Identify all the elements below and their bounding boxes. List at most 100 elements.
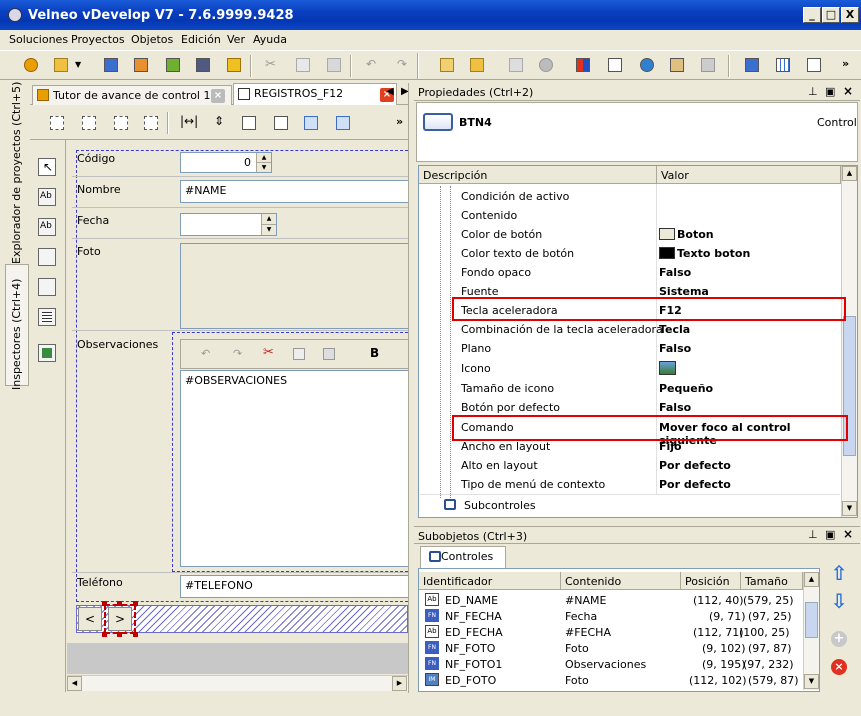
foto-image[interactable] xyxy=(180,243,408,329)
open-dropdown-button[interactable]: ▼ xyxy=(72,54,86,76)
tab-scroll-left-icon[interactable]: ◀ xyxy=(386,86,394,97)
properties-float-icon[interactable]: ▣ xyxy=(825,85,835,98)
prop-row-color-boton[interactable]: Color de botón Boton xyxy=(419,225,839,244)
menu-ver[interactable]: Ver xyxy=(227,33,245,46)
fit-width-icon[interactable] xyxy=(238,112,260,134)
form-view-icon[interactable] xyxy=(741,54,763,76)
table-row[interactable]: FN NF_FECHA Fecha (9, 71) (97, 25) xyxy=(421,608,801,624)
subobjects-float-icon[interactable]: ▣ xyxy=(825,528,835,541)
tab-project-explorer[interactable]: Explorador de proyectos (Ctrl+5) xyxy=(10,82,23,264)
redo-icon[interactable]: ↷ xyxy=(392,54,414,76)
prop-row-tamano-icono[interactable]: Tamaño de icono Pequeño xyxy=(419,379,839,398)
selection-handle[interactable] xyxy=(133,601,138,606)
paste-icon[interactable] xyxy=(323,54,345,76)
open-folder-button[interactable] xyxy=(50,54,72,76)
delete-subobject-icon[interactable]: × xyxy=(831,659,847,675)
scroll-thumb[interactable] xyxy=(805,602,818,638)
table-row[interactable]: FN NF_FOTO Foto (9, 102) (97, 87) xyxy=(421,640,801,656)
col-valor[interactable]: Valor xyxy=(657,166,841,184)
prop-row-plano[interactable]: Plano Falso xyxy=(419,339,839,358)
nav-next-button[interactable]: > xyxy=(108,607,132,631)
codigo-spinner[interactable]: ▲ ▼ xyxy=(256,153,271,172)
col-posicion[interactable]: Posición xyxy=(681,572,741,590)
selection-handle[interactable] xyxy=(102,601,107,606)
same-width-icon[interactable]: |↔| xyxy=(177,112,199,134)
nav-prev-button[interactable]: < xyxy=(78,607,102,631)
edit-tool-icon[interactable]: Ab xyxy=(38,218,56,236)
globe-icon[interactable] xyxy=(636,54,658,76)
fit-height-icon[interactable] xyxy=(270,112,292,134)
menu-ayuda[interactable]: Ayuda xyxy=(253,33,287,46)
table-row[interactable]: Ab ED_NAME #NAME (112, 40) (579, 25) xyxy=(421,592,801,608)
build-icon[interactable] xyxy=(697,54,719,76)
subcontroles-node[interactable]: Subcontroles xyxy=(420,494,840,516)
menu-edicion[interactable]: Edición xyxy=(181,33,221,46)
warning-icon[interactable] xyxy=(223,54,245,76)
space-vertical-icon[interactable] xyxy=(332,112,354,134)
fecha-spinner[interactable]: ▲ ▼ xyxy=(261,214,276,235)
editor-undo-icon[interactable]: ↶ xyxy=(201,347,210,360)
table-row[interactable]: FN NF_FOTO1 Observaciones (9, 195) (97, … xyxy=(421,656,801,672)
prop-row-color-texto-boton[interactable]: Color texto de botón Texto boton xyxy=(419,244,839,263)
edit-icon[interactable] xyxy=(162,54,184,76)
selection-handle[interactable] xyxy=(133,632,138,637)
editor-redo-icon[interactable]: ↷ xyxy=(233,347,242,360)
new-folder-icon[interactable] xyxy=(466,54,488,76)
selection-handle[interactable] xyxy=(117,632,122,637)
move-up-icon[interactable]: ⇧ xyxy=(827,562,851,586)
delete-icon[interactable] xyxy=(535,54,557,76)
layout-toolbar-more[interactable]: » xyxy=(396,115,403,128)
editor-paste-icon[interactable] xyxy=(323,348,335,360)
undo-icon[interactable]: ↶ xyxy=(361,54,383,76)
same-height-icon[interactable]: ⇕ xyxy=(208,112,230,134)
project-icon[interactable] xyxy=(130,54,152,76)
add-icon[interactable]: + xyxy=(831,631,847,647)
tab-inspectors[interactable]: Inspectores (Ctrl+4) xyxy=(10,279,23,390)
toolbar-more-button[interactable]: » xyxy=(838,54,856,76)
scroll-right-icon[interactable]: ▶ xyxy=(392,676,407,691)
editor-cut-icon[interactable]: ✂ xyxy=(263,345,274,360)
frame-tool-icon[interactable] xyxy=(38,248,56,266)
grid-view-icon[interactable] xyxy=(772,54,794,76)
align-center-icon[interactable] xyxy=(78,112,100,134)
cut-icon[interactable]: ✂ xyxy=(260,54,282,76)
prop-row-icono[interactable]: Icono xyxy=(419,359,839,378)
close-button[interactable]: X xyxy=(841,7,859,23)
list-tool-icon[interactable] xyxy=(38,308,56,326)
tab-controles[interactable]: Controles xyxy=(420,546,506,568)
scroll-up-icon[interactable]: ▲ xyxy=(842,166,857,181)
save-icon[interactable] xyxy=(192,54,214,76)
table-row[interactable]: IM ED_FOTO Foto (112, 102) (579, 87) xyxy=(421,672,801,688)
scroll-down-icon[interactable]: ▼ xyxy=(804,674,819,689)
minimize-button[interactable]: _ xyxy=(803,7,821,23)
prop-row-fondo-opaco[interactable]: Fondo opaco Falso xyxy=(419,263,839,282)
window-icon[interactable] xyxy=(100,54,122,76)
observaciones-textarea[interactable]: #OBSERVACIONES xyxy=(180,370,408,567)
scroll-down-icon[interactable]: ▼ xyxy=(842,501,857,516)
subobjects-v-scrollbar[interactable]: ▲ ▼ xyxy=(803,572,819,690)
close-tab-icon[interactable]: × xyxy=(211,89,225,103)
properties-pin-icon[interactable]: ⊥ xyxy=(808,85,818,98)
scroll-left-icon[interactable]: ◀ xyxy=(67,676,82,691)
tab-tutor[interactable]: Tutor de avance de control 1.0 × xyxy=(32,85,232,105)
scroll-up-icon[interactable]: ▲ xyxy=(804,572,819,587)
form-h-scrollbar[interactable]: ◀ ▶ xyxy=(67,675,408,691)
prop-row-contenido[interactable]: Contenido xyxy=(419,206,839,225)
col-tamano[interactable]: Tamaño xyxy=(741,572,803,590)
prop-row-combinacion-tecla[interactable]: Combinación de la tecla aceleradora Tecla xyxy=(419,320,839,339)
properties-v-scrollbar[interactable]: ▲ ▼ xyxy=(841,166,857,517)
col-contenido[interactable]: Contenido xyxy=(561,572,681,590)
menu-soluciones[interactable]: Soluciones xyxy=(9,33,68,46)
move-down-icon[interactable]: ⇩ xyxy=(827,590,851,614)
align-top-icon[interactable] xyxy=(110,112,132,134)
pointer-tool-icon[interactable]: ↖ xyxy=(38,158,56,176)
align-left-icon[interactable] xyxy=(46,112,68,134)
table-row[interactable]: Ab ED_FECHA #FECHA (112, 71) (100, 25) xyxy=(421,624,801,640)
subobjects-pin-icon[interactable]: ⊥ xyxy=(808,528,818,541)
tab-registros[interactable]: REGISTROS_F12 × xyxy=(233,83,397,105)
container-tool-icon[interactable] xyxy=(38,278,56,296)
space-horizontal-icon[interactable] xyxy=(300,112,322,134)
copy-icon[interactable] xyxy=(292,54,314,76)
properties-close-icon[interactable]: × xyxy=(843,84,853,98)
label-tool-icon[interactable]: Ab xyxy=(38,188,56,206)
